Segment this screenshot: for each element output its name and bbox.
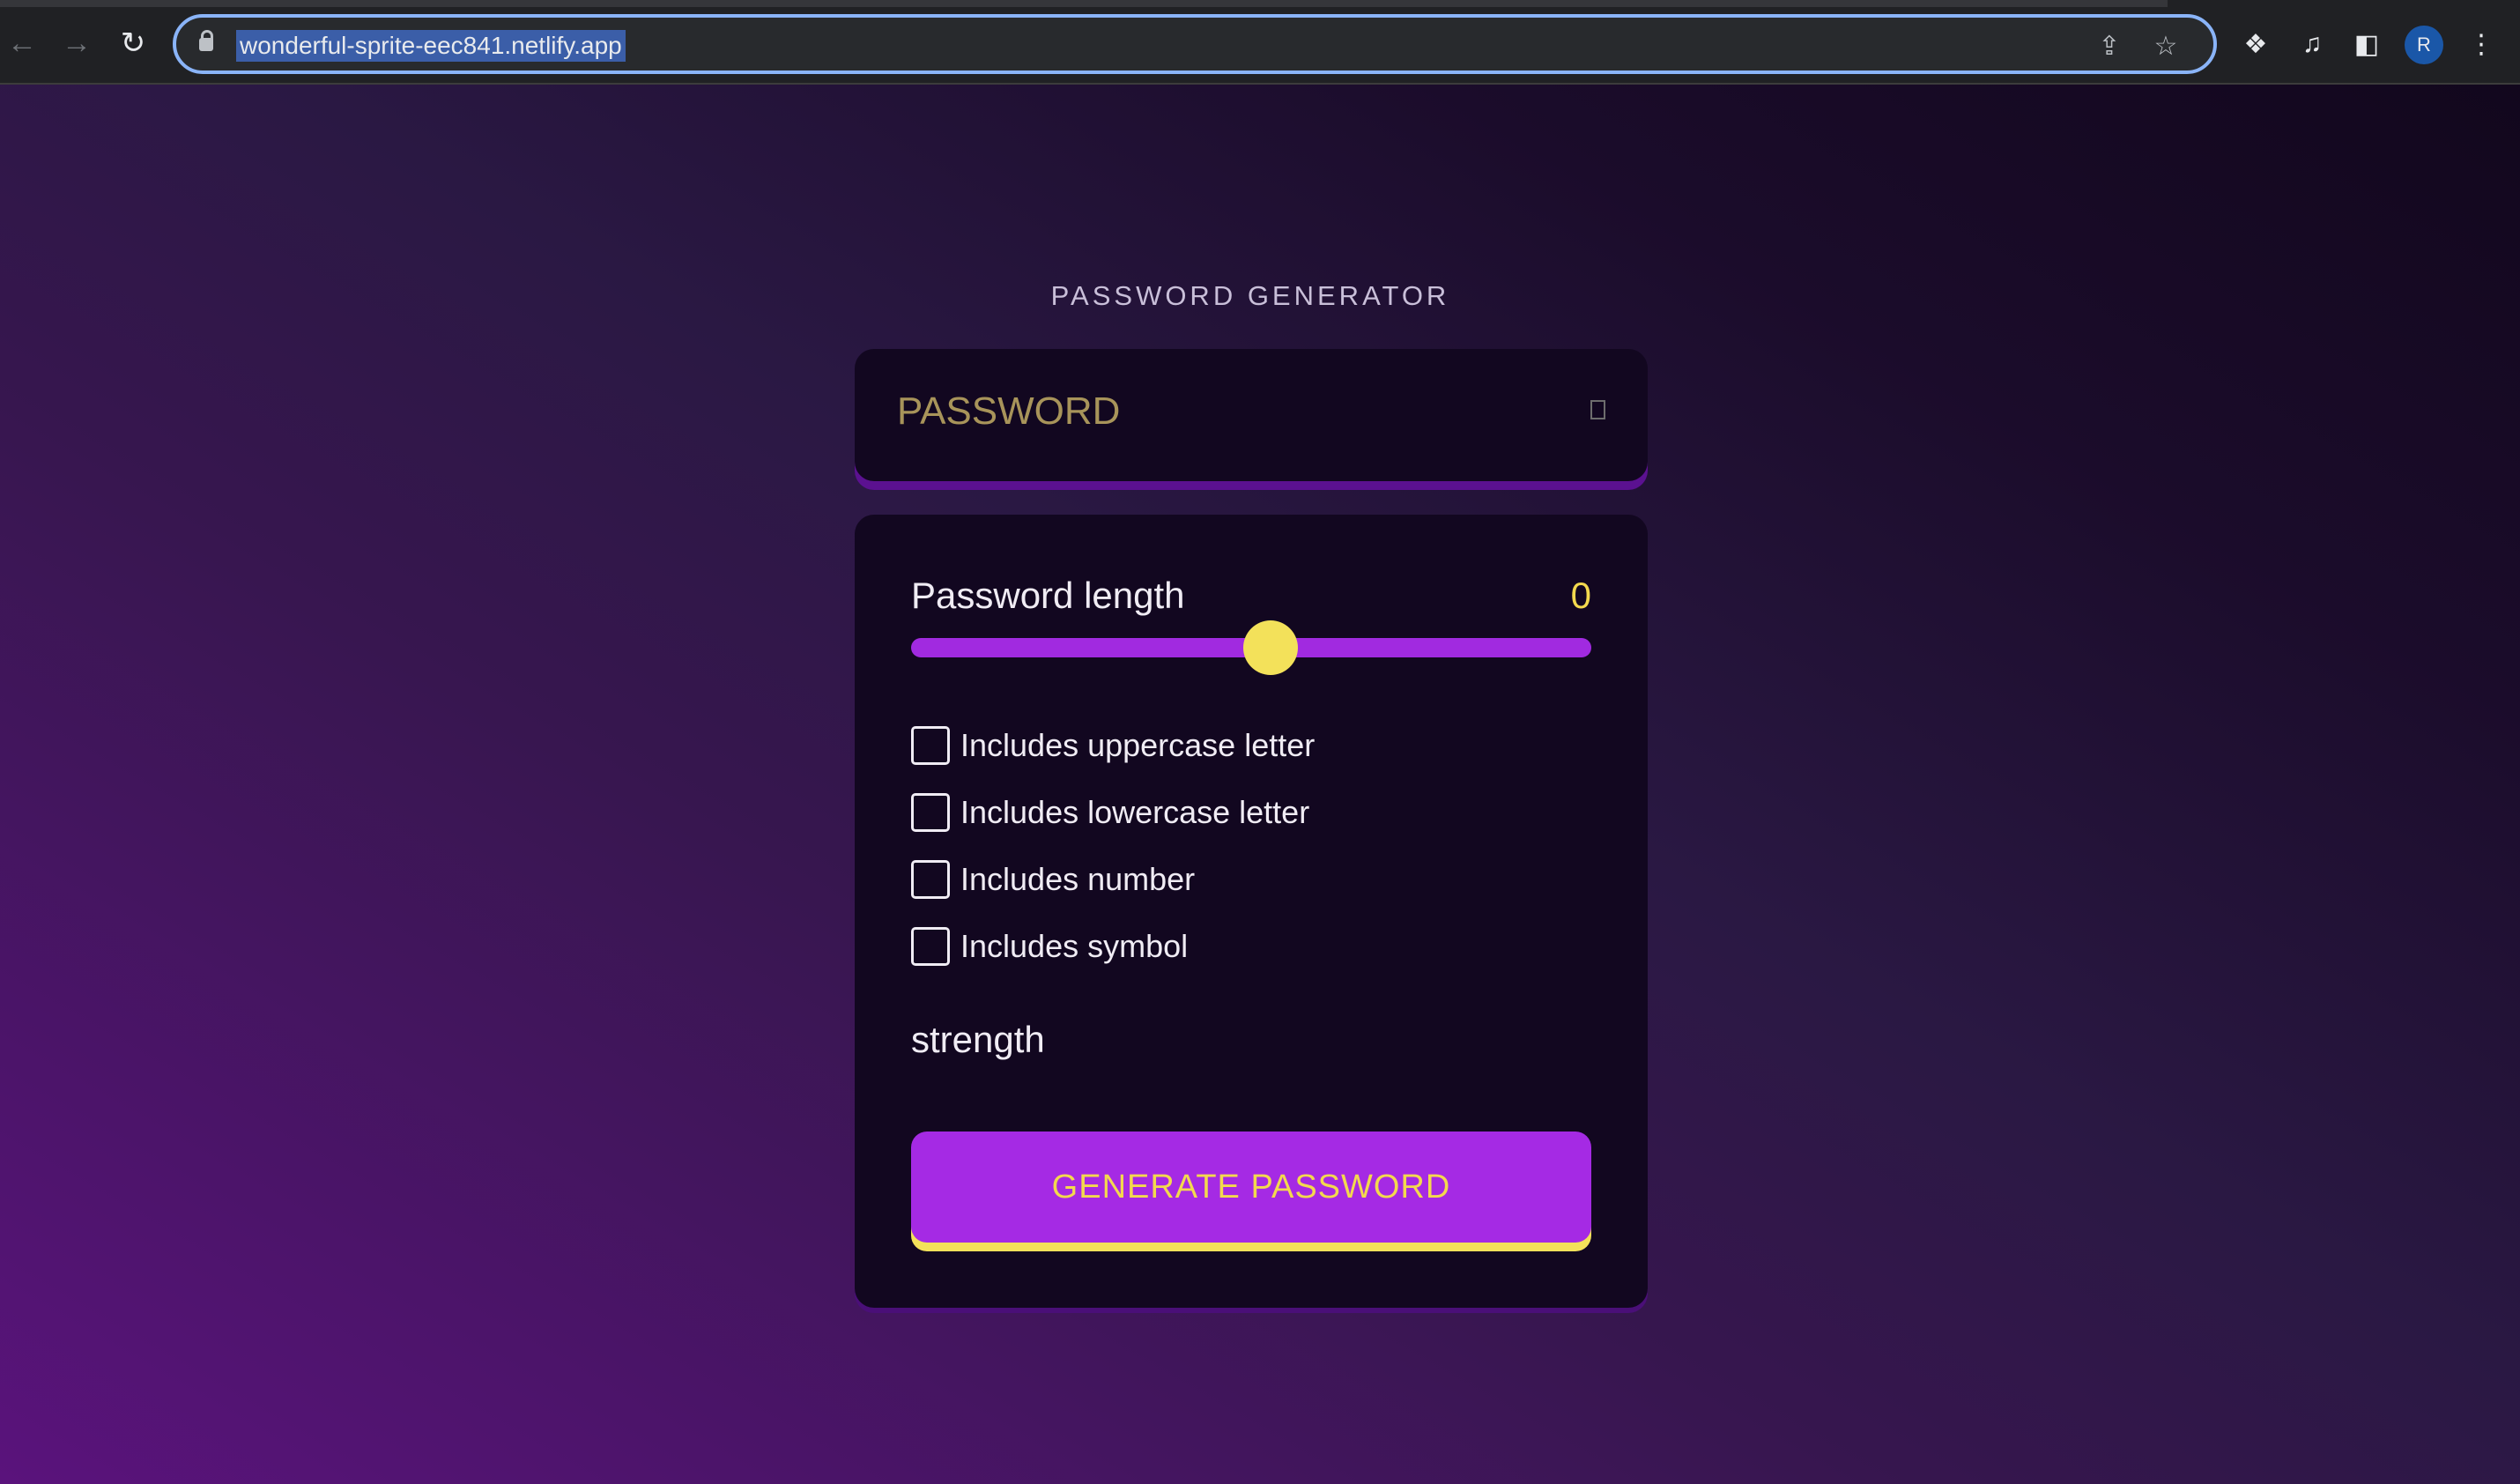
option-uppercase[interactable]: Includes uppercase letter (911, 724, 1315, 767)
uppercase-checkbox[interactable] (911, 726, 950, 765)
forward-arrow-icon[interactable]: → (56, 23, 97, 63)
kebab-menu-icon[interactable]: ⋮ (2462, 25, 2501, 63)
option-number[interactable]: Includes number (911, 858, 1195, 901)
slider-thumb[interactable] (1243, 620, 1298, 675)
password-output: PASSWORD (897, 390, 1121, 433)
browser-toolbar: ← → ↻ wonderful-sprite-eec841.netlify.ap… (0, 0, 2520, 85)
media-queue-icon[interactable]: ♫ (2293, 25, 2331, 63)
password-display: PASSWORD (855, 349, 1648, 481)
profile-avatar[interactable]: R (2405, 26, 2443, 64)
option-symbol[interactable]: Includes symbol (911, 925, 1188, 968)
copy-icon[interactable] (1590, 400, 1605, 419)
tab-strip (0, 0, 2520, 7)
option-label: Includes uppercase letter (960, 727, 1316, 763)
length-value: 0 (1570, 575, 1591, 616)
puzzle-icon[interactable]: ❖ (2236, 25, 2275, 63)
back-arrow-icon[interactable]: ← (2, 23, 42, 63)
option-label: Includes symbol (960, 928, 1189, 964)
length-label: Password length (911, 575, 1185, 616)
generate-password-button[interactable]: GENERATE PASSWORD (911, 1132, 1591, 1243)
option-label: Includes lowercase letter (960, 794, 1310, 830)
tab-strip-edge (2168, 0, 2520, 7)
share-icon[interactable]: ⇪ (2092, 28, 2127, 63)
option-lowercase[interactable]: Includes lowercase letter (911, 791, 1309, 834)
length-slider[interactable] (911, 620, 1591, 675)
reload-icon[interactable]: ↻ (113, 23, 153, 63)
symbol-checkbox[interactable] (911, 927, 950, 966)
star-icon[interactable]: ☆ (2148, 28, 2183, 63)
page-title: PASSWORD GENERATOR (1050, 280, 1450, 311)
page-background: PASSWORD GENERATOR PASSWORD Password len… (0, 85, 2520, 1484)
url-text[interactable]: wonderful-sprite-eec841.netlify.app (236, 30, 626, 62)
address-bar[interactable]: wonderful-sprite-eec841.netlify.app ⇪ ☆ (173, 14, 2217, 74)
lowercase-checkbox[interactable] (911, 793, 950, 832)
settings-card: Password length 0 Includes uppercase let… (855, 515, 1648, 1308)
strength-label: strength (911, 1019, 1045, 1060)
option-label: Includes number (960, 861, 1196, 897)
lock-icon[interactable] (199, 30, 213, 51)
number-checkbox[interactable] (911, 860, 950, 899)
side-panel-icon[interactable]: ◧ (2347, 25, 2386, 63)
